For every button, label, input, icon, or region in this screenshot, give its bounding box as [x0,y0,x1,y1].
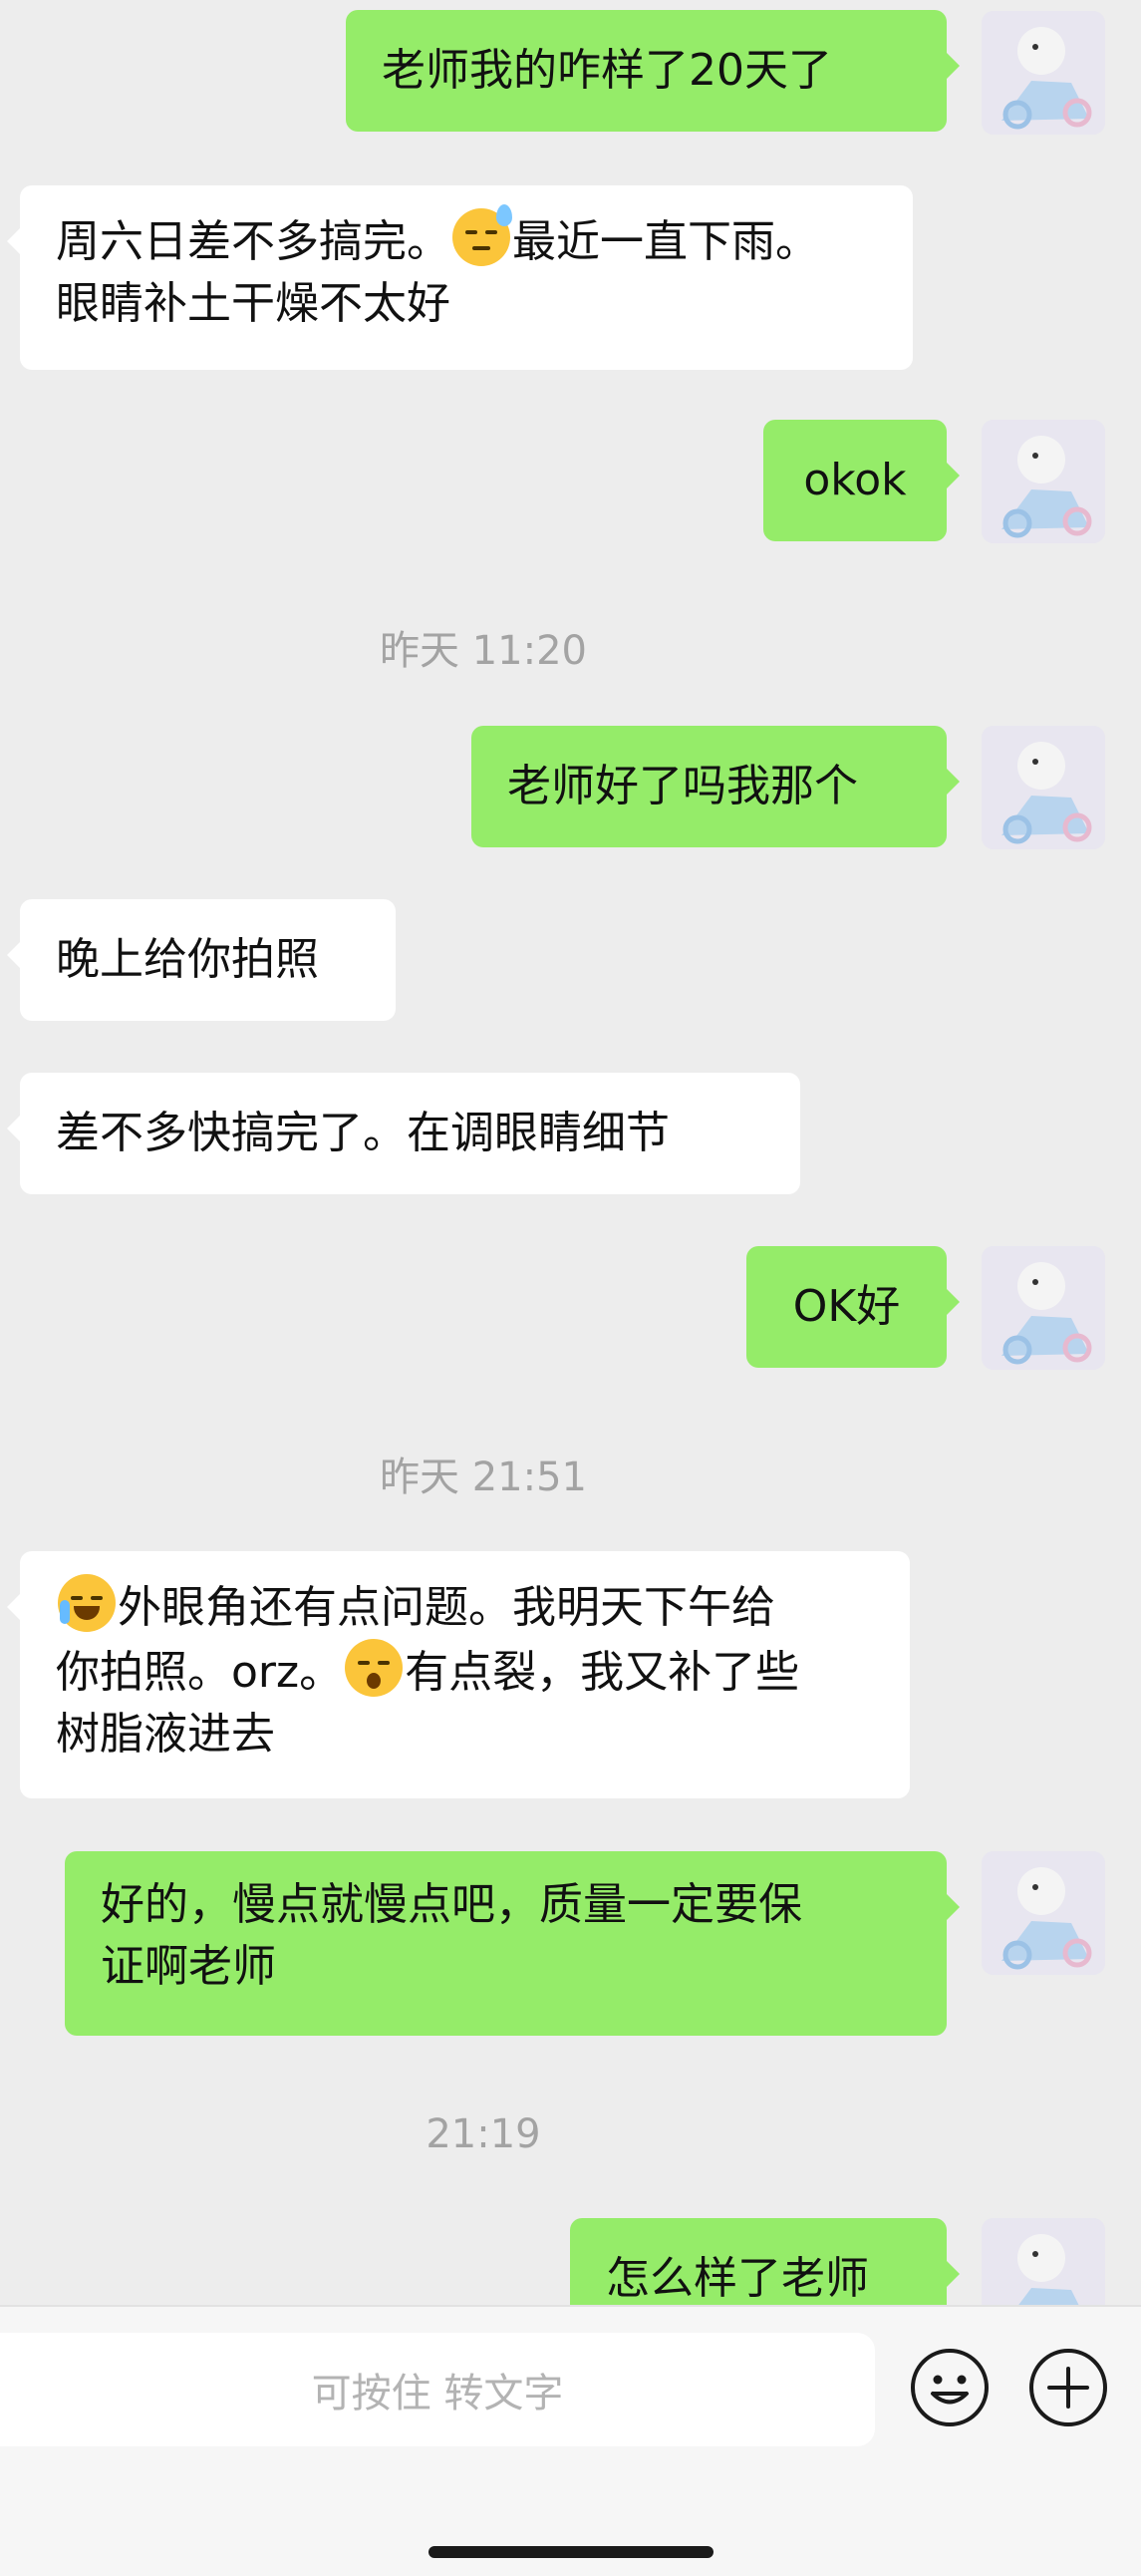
message-bubble-sent[interactable]: 老师好了吗我那个 [471,726,960,847]
timestamp: 昨天 11:20 [380,628,587,674]
input-placeholder: 可按住 转文字 [311,2371,564,2416]
avatar[interactable] [982,2218,1105,2305]
message-bubble-sent[interactable]: 怎么样了老师 [570,2218,960,2305]
message-bubble-received[interactable]: 差不多快搞完了。在调眼睛细节 [7,1073,800,1194]
message-text: 最近一直下雨。 [512,216,819,267]
sweat-emoji-icon [452,204,512,266]
message-text: OK好 [792,1281,901,1332]
message-text: 怎么样了老师 [606,2253,869,2304]
message-text: 你拍照。orz。 [56,1647,344,1698]
message-bubble-sent[interactable]: 老师我的咋样了20天了 [346,10,960,132]
message-text: 老师我的咋样了20天了 [382,45,832,96]
message-bubble-sent[interactable]: okok [763,420,960,541]
message-text: 外眼角还有点问题。我明天下午给 [118,1582,775,1633]
message-bubble-sent[interactable]: OK好 [746,1246,960,1368]
message-text: 老师好了吗我那个 [507,761,858,811]
avatar[interactable] [982,11,1105,135]
avatar[interactable] [982,1246,1105,1370]
plus-circle-icon[interactable] [1027,2347,1109,2428]
crying-laugh-emoji-icon [58,1574,116,1632]
avatar[interactable] [982,726,1105,849]
message-text: 眼睛补土干燥不太好 [56,278,450,329]
avatar[interactable] [982,1851,1105,1975]
message-text: okok [803,455,907,505]
voice-input-field[interactable]: 可按住 转文字 [0,2333,875,2446]
message-text: 树脂液进去 [56,1709,275,1760]
chat-area[interactable]: 老师我的咋样了20天了 周六日差不多搞完。 最近一直下雨。 眼睛补土干燥不太好 o… [0,0,1141,2305]
message-bubble-received[interactable]: 周六日差不多搞完。 最近一直下雨。 眼睛补土干燥不太好 [7,185,913,370]
input-bar: 可按住 转文字 [0,2305,1141,2576]
message-bubble-sent[interactable]: 好的，慢点就慢点吧，质量一定要保 证啊老师 [65,1851,960,2036]
timestamp: 21:19 [426,2111,541,2157]
message-text: 好的，慢点就慢点吧，质量一定要保 [101,1879,802,1930]
message-bubble-received[interactable]: 外眼角还有点问题。我明天下午给 你拍照。orz。 有点裂，我又补了些 树脂液进去 [7,1551,910,1798]
message-text: 周六日差不多搞完。 [56,216,450,267]
timestamp: 昨天 21:51 [380,1454,587,1500]
avatar[interactable] [982,420,1105,543]
shocked-emoji-icon [345,1639,404,1697]
smiley-icon[interactable] [909,2347,991,2428]
message-text: 证啊老师 [101,1941,276,1992]
message-text: 晚上给你拍照 [56,934,319,985]
message-text: 差不多快搞完了。在调眼睛细节 [56,1108,670,1158]
home-indicator[interactable] [428,2546,713,2558]
message-bubble-received[interactable]: 晚上给你拍照 [7,899,396,1021]
message-text: 有点裂，我又补了些 [405,1647,800,1698]
